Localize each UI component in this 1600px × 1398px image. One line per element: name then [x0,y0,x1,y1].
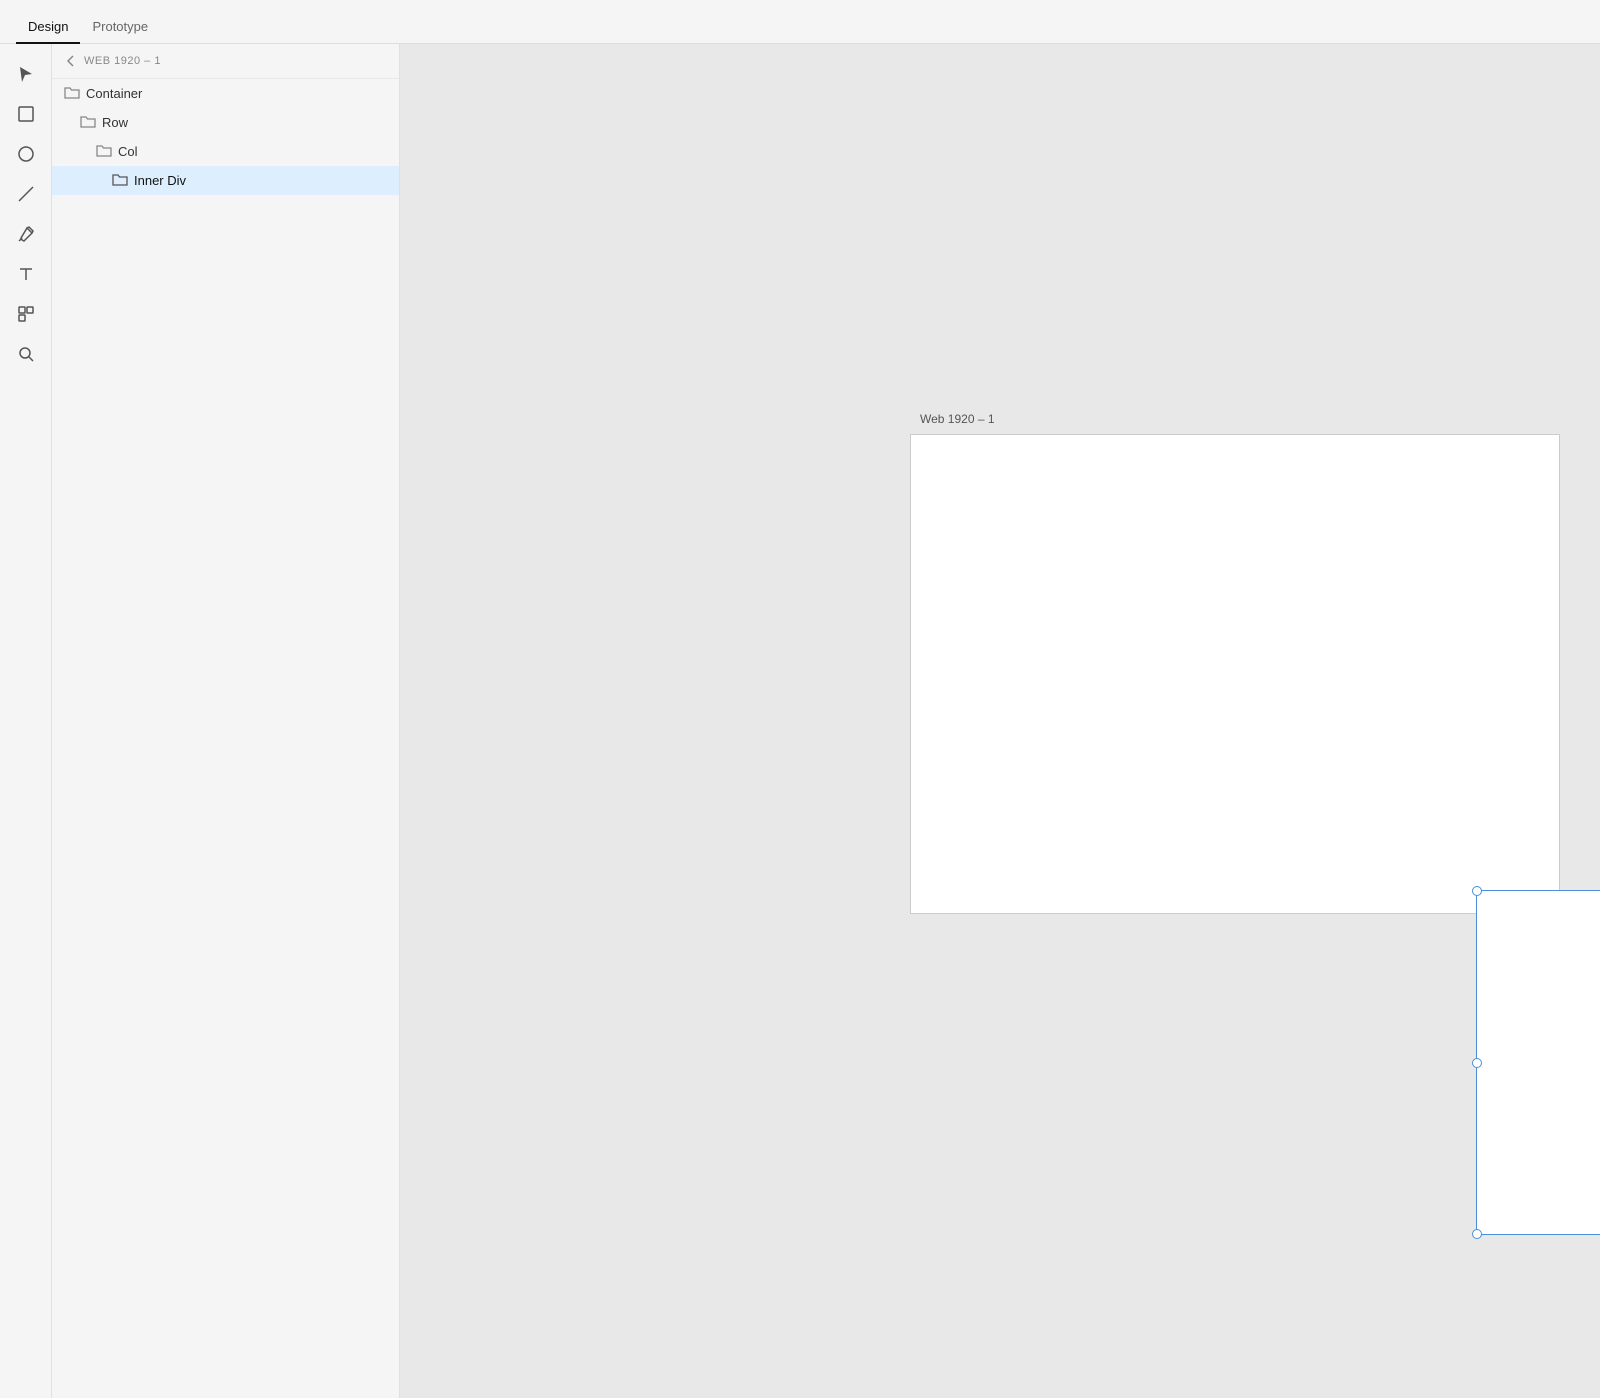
layer-item-inner-div[interactable]: Inner Div [52,166,399,195]
text-tool[interactable] [8,256,44,292]
ellipse-tool[interactable] [8,136,44,172]
canvas-area[interactable]: Web 1920 – 1 [400,44,1600,1398]
pointer-tool[interactable] [8,56,44,92]
frame-tool[interactable] [8,96,44,132]
layers-list: Container Row Col Inner Div [52,79,399,195]
back-icon [64,54,78,68]
tab-prototype[interactable]: Prototype [80,11,160,44]
layer-label: Col [118,144,138,159]
layer-item-row[interactable]: Row [52,108,399,137]
frame-label: Web 1920 – 1 [920,412,995,426]
handle-middle-left[interactable] [1472,1058,1482,1068]
breadcrumb-label: WEB 1920 – 1 [84,55,161,67]
layer-item-col[interactable]: Col [52,137,399,166]
handle-bottom-left[interactable] [1472,1229,1482,1239]
layer-item-container[interactable]: Container [52,79,399,108]
handle-top-left[interactable] [1472,886,1482,896]
layer-label: Container [86,86,142,101]
header: Design Prototype [0,0,1600,44]
folder-icon [96,142,112,161]
search-tool[interactable] [8,336,44,372]
folder-icon [64,84,80,103]
toolbar [0,44,52,1398]
component-tool[interactable] [8,296,44,332]
tab-design[interactable]: Design [16,11,80,44]
main-layout: WEB 1920 – 1 Container Row Col Inner Div… [0,44,1600,1398]
folder-icon [112,171,128,190]
folder-icon [80,113,96,132]
line-tool[interactable] [8,176,44,212]
layer-label: Row [102,115,128,130]
artboard-frame [910,434,1560,914]
layer-label: Inner Div [134,173,186,188]
pen-tool[interactable] [8,216,44,252]
breadcrumb[interactable]: WEB 1920 – 1 [52,44,399,79]
selected-element[interactable] [1476,890,1600,1235]
layers-panel: WEB 1920 – 1 Container Row Col Inner Div [52,44,400,1398]
